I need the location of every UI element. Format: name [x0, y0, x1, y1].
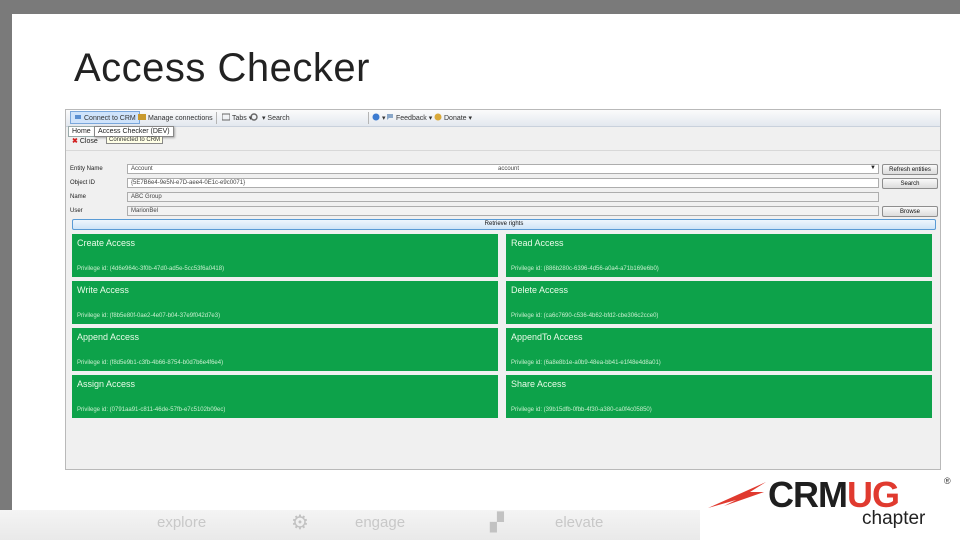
- gear-icon: ⚙: [291, 512, 309, 534]
- privilege-id: Privilege id: (4d6e964c-3f0b-47d0-ad5e-5…: [77, 266, 225, 272]
- info-icon: [372, 113, 380, 121]
- right-title: AppendTo Access: [511, 332, 583, 342]
- right-title: Share Access: [511, 379, 567, 389]
- connections-icon: [138, 114, 146, 120]
- privilege-id: Privilege id: (886b280c-6396-4d56-a0a4-a…: [511, 266, 659, 272]
- close-icon: ✖: [72, 138, 78, 145]
- privilege-id: Privilege id: (39b15dfb-0fbb-4f30-a380-c…: [511, 407, 652, 413]
- feedback-button[interactable]: Feedback ▾: [386, 113, 432, 122]
- right-cell-write: Write Access Privilege id: (f8b5e80f-0ae…: [72, 281, 498, 324]
- retrieve-rights-button[interactable]: Retrieve rights: [72, 219, 936, 230]
- browse-button[interactable]: Browse: [882, 206, 938, 217]
- right-cell-create: Create Access Privilege id: (4d6e964c-3f…: [72, 234, 498, 277]
- logo-chapter: chapter: [862, 508, 926, 529]
- slide-title: Access Checker: [74, 46, 370, 90]
- user-row: User MarionBel Browse: [70, 206, 938, 217]
- swoosh-icon: [708, 482, 766, 508]
- toolbar-separator: [368, 112, 369, 124]
- feedback-icon: [387, 114, 393, 120]
- close-button[interactable]: ✖ Close: [72, 137, 98, 145]
- search-button[interactable]: ▾ Search: [250, 113, 290, 122]
- footer-elevate: elevate: [555, 514, 604, 531]
- user-field: MarionBel: [127, 206, 879, 216]
- manage-connections-button[interactable]: Manage connections: [138, 113, 213, 122]
- crmug-logo: CRMUG ® chapter: [706, 474, 956, 536]
- name-row: Name ABC Group: [70, 192, 938, 203]
- entity-select[interactable]: Account account: [127, 164, 879, 174]
- objectid-input[interactable]: {5E7B6e4-9e5N-e7D-aee4-0E1c-e9c0071}: [127, 178, 879, 188]
- access-checker-window: Connect to CRM Manage connections Tabs ▾…: [65, 109, 941, 470]
- right-cell-append: Append Access Privilege id: (f8d5e9b1-c3…: [72, 328, 498, 371]
- entity-row: Entity Name Account account ▼ Refresh en…: [70, 164, 938, 175]
- rights-grid: Create Access Privilege id: (4d6e964c-3f…: [72, 234, 936, 420]
- puzzle-icon: ▞: [490, 512, 504, 532]
- divider: [66, 150, 940, 151]
- privilege-id: Privilege id: (f8d5e9b1-c3fb-4b66-8754-b…: [77, 360, 224, 366]
- toolbar: Connect to CRM Manage connections Tabs ▾…: [66, 110, 940, 127]
- registered-mark: ®: [944, 476, 951, 486]
- connection-tooltip: Connected to CRM: [106, 136, 164, 144]
- right-cell-read: Read Access Privilege id: (886b280c-6396…: [506, 234, 932, 277]
- right-title: Read Access: [511, 238, 564, 248]
- entity-label: Entity Name: [70, 166, 103, 172]
- user-label: User: [70, 208, 83, 214]
- privilege-id: Privilege id: (0791aa91-c811-46de-57fb-e…: [77, 407, 226, 413]
- tabs-icon: [222, 113, 230, 121]
- right-cell-assign: Assign Access Privilege id: (0791aa91-c8…: [72, 375, 498, 418]
- donate-icon: [434, 113, 442, 121]
- right-title: Create Access: [77, 238, 136, 248]
- refresh-entities-button[interactable]: Refresh entities: [882, 164, 938, 175]
- gear-icon: [250, 113, 258, 121]
- privilege-id: Privilege id: (ca6c7690-c536-4b62-bfd2-c…: [511, 313, 659, 319]
- privilege-id: Privilege id: (6a8e8b1e-a0b9-48ea-bb41-e…: [511, 360, 661, 366]
- search-object-button[interactable]: Search: [882, 178, 938, 189]
- entity-logical-name: account: [498, 166, 520, 172]
- right-cell-appendto: AppendTo Access Privilege id: (6a8e8b1e-…: [506, 328, 932, 371]
- toolbar-separator: [216, 112, 217, 124]
- right-title: Assign Access: [77, 379, 136, 389]
- right-title: Append Access: [77, 332, 140, 342]
- chevron-down-icon[interactable]: ▼: [870, 165, 876, 171]
- right-cell-share: Share Access Privilege id: (39b15dfb-0fb…: [506, 375, 932, 418]
- tabs-menu-button[interactable]: Tabs ▾: [222, 113, 252, 122]
- info-button[interactable]: ▾: [372, 113, 386, 122]
- right-cell-delete: Delete Access Privilege id: (ca6c7690-c5…: [506, 281, 932, 324]
- privilege-id: Privilege id: (f8b5e80f-0ae2-4e07-b04-37…: [77, 313, 221, 319]
- connect-to-crm-button[interactable]: Connect to CRM: [70, 111, 140, 124]
- plug-icon: [75, 115, 81, 119]
- name-field: ABC Group: [127, 192, 879, 202]
- right-title: Write Access: [77, 285, 129, 295]
- tab-home[interactable]: Home: [68, 126, 95, 137]
- objectid-label: Object ID: [70, 180, 96, 186]
- footer-engage: engage: [355, 514, 406, 531]
- name-label: Name: [70, 194, 87, 200]
- footer-explore: explore: [157, 514, 207, 531]
- donate-button[interactable]: Donate ▾: [434, 113, 472, 122]
- objectid-row: Object ID {5E7B6e4-9e5N-e7D-aee4-0E1c-e9…: [70, 178, 938, 189]
- right-title: Delete Access: [511, 285, 569, 295]
